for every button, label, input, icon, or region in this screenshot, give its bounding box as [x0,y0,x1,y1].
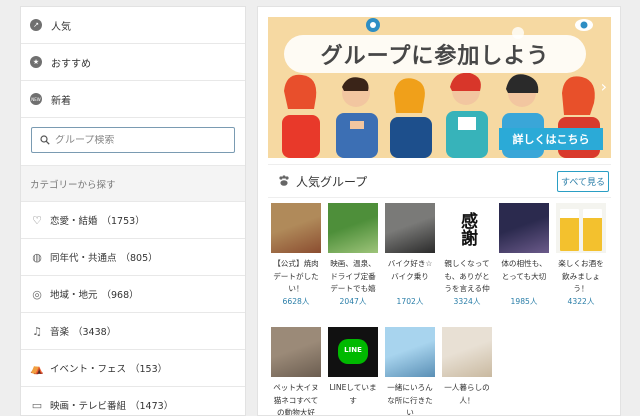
park-thumbnail [328,203,378,253]
member-count: 1702人 [396,297,424,306]
sidebar-item-label: 新着 [51,95,71,107]
beer-glass [583,209,602,251]
member-count: 6628人 [282,297,310,306]
category-item-same-age[interactable]: ◍ 同年代・共通点 （805） [21,239,245,276]
category-label: 地域・地元 [50,290,98,301]
member-count: 3324人 [453,297,481,306]
globe-icon: ◎ [32,287,42,301]
people-circle-icon: ◍ [32,250,42,264]
category-count: （805） [120,253,158,264]
sidebar-item-label: 人気 [51,21,71,33]
line-logo-text: LINE [344,346,362,354]
group-name: 楽しくお酒を飲みましょう！ [558,259,604,293]
room-thumbnail [442,327,492,377]
yakiniku-thumbnail [271,203,321,253]
starry-sky-thumbnail [499,203,549,253]
category-label: 恋愛・結婚 [50,216,98,227]
category-label: 音楽 [50,327,70,338]
sidebar-item-popular[interactable]: ↗ 人気 [21,7,245,44]
category-count: （1753） [101,216,145,227]
group-card[interactable]: 【公式】焼肉デートがしたい！ 6628人 [270,203,322,307]
tent-icon: ⛺ [30,361,44,375]
line-logo-thumbnail: LINE [328,327,378,377]
member-count: 4322人 [567,297,595,306]
banner-title: グループに参加しよう [284,35,586,73]
tv-icon: ▭ [31,398,43,412]
category-item-movie-tv[interactable]: ▭ 映画・テレビ番組 （1473） [21,387,245,415]
kansha-thumbnail: 感謝 [442,203,492,253]
heart-icon: ♡ [32,213,42,227]
group-card[interactable]: 体の相性も、とっても大切 1985人 [498,203,550,307]
beer-glass [560,209,579,251]
chevron-right-icon[interactable]: › [601,77,607,96]
group-name: 親しくなっても、ありがとうを言える仲 [444,259,490,293]
see-all-button[interactable]: すべて見る [557,171,609,192]
category-item-music[interactable]: ♫ 音楽 （3438） [21,313,245,350]
category-label: 映画・テレビ番組 [50,401,127,412]
category-header: カテゴリーから探す [21,166,245,202]
category-count: （153） [130,364,168,375]
category-item-region[interactable]: ◎ 地域・地元 （968） [21,276,245,313]
music-note-icon: ♫ [32,324,42,338]
category-item-love-marriage[interactable]: ♡ 恋愛・結婚 （1753） [21,202,245,239]
sidebar-item-new[interactable]: NEW 新着 [21,81,245,118]
category-item-event[interactable]: ⛺ イベント・フェス （153） [21,350,245,387]
sidebar-item-label: おすすめ [51,58,91,70]
beer-thumbnail [556,203,606,253]
group-name: バイク好き☆バイク乗り [387,259,433,281]
group-card[interactable]: 映画、温泉、ドライブ定番デートでも嬉しい 2047人 [327,203,379,307]
group-card[interactable]: LINELINEしています9687人 [327,327,379,415]
star-icon: ★ [30,56,42,68]
section-title: 人気グループ [296,174,368,189]
group-name: 一人暮らしの人！ [444,383,490,405]
category-count: （968） [101,290,139,301]
new-icon: NEW [30,93,42,105]
trending-icon: ↗ [30,19,42,31]
search-box[interactable] [31,127,235,153]
group-card[interactable]: 一人暮らしの人！2712人 [441,327,493,415]
category-count: （1473） [130,401,174,412]
promo-banner[interactable]: グループに参加しよう › 詳しくはこちら [268,17,611,158]
category-label: イベント・フェス [50,364,127,375]
group-card[interactable]: 一緒にいろんな所に行きたい5779人 [384,327,436,416]
sidebar: ↗ 人気 ★ おすすめ NEW 新着 カテゴリーから探す ♡ 恋愛・結婚（175… [20,6,246,416]
popular-groups-header: 人気グループ すべて見る [268,164,611,198]
group-search [21,118,245,166]
category-label: 同年代・共通点 [50,253,117,264]
learn-more-button[interactable]: 詳しくはこちら [499,128,603,150]
group-name: 【公式】焼肉デートがしたい！ [273,259,319,293]
group-name: 映画、温泉、ドライブ定番デートでも嬉しい [330,259,376,293]
group-paw-icon [278,175,290,187]
motorcycle-thumbnail [385,203,435,253]
group-name: ペット大イヌ猫ネコすべての動物大好 [273,383,319,416]
group-name: 一緒にいろんな所に行きたい [387,383,433,416]
kansha-calligraphy: 感謝 [457,212,477,246]
group-card[interactable]: 楽しくお酒を飲みましょう！ 4322人 [555,203,607,307]
group-card[interactable]: バイク好き☆バイク乗り 1702人 [384,203,436,307]
cityscape-thumbnail [385,327,435,377]
search-input[interactable] [55,134,215,146]
group-name: LINEしています [329,383,377,405]
group-name: 体の相性も、とっても大切 [501,259,547,281]
member-count: 2047人 [339,297,367,306]
sidebar-item-recommended[interactable]: ★ おすすめ [21,44,245,81]
search-icon [40,135,50,145]
category-count: （3438） [73,327,117,338]
group-card[interactable]: ペット大イヌ猫ネコすべての動物大好1668人 [270,327,322,416]
cat-thumbnail [271,327,321,377]
line-logo-icon: LINE [338,339,368,364]
member-count: 1985人 [510,297,538,306]
main-panel: グループに参加しよう › 詳しくはこちら 人気グループ すべて見る 【公式】焼肉… [257,6,621,416]
group-card[interactable]: 感謝親しくなっても、ありがとうを言える仲 3324人 [441,203,493,307]
